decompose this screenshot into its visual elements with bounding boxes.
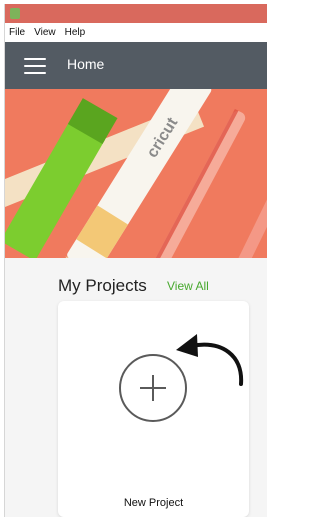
app-window: File View Help Home cricut My Projects V… [4,4,267,517]
title-bar [5,4,267,23]
my-projects-header: My Projects View All [5,274,267,300]
menu-file[interactable]: File [9,27,25,38]
page-title: Home [67,56,105,72]
menu-bar: File View Help [5,23,267,42]
curved-arrow-icon [176,334,244,386]
new-project-label: New Project [123,497,184,509]
menu-help[interactable]: Help [65,27,86,38]
view-all-link[interactable]: View All [167,279,209,293]
hamburger-menu-icon[interactable] [24,58,46,74]
hero-illustration: cricut [5,89,267,258]
my-projects-title: My Projects [58,276,147,295]
top-navbar: Home [5,42,267,89]
hero-banner-image: cricut [5,89,267,258]
menu-view[interactable]: View [34,27,56,38]
app-icon [10,8,20,19]
